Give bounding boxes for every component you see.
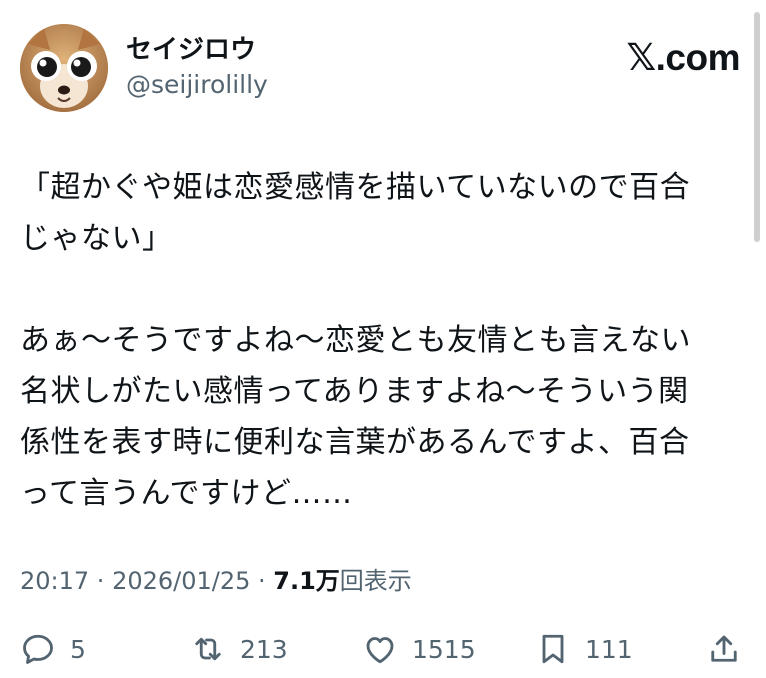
post-time[interactable]: 20:17 <box>20 567 89 595</box>
post-line: 係性を表す時に便利な言葉があるんですよ、百合 <box>20 425 690 460</box>
bookmark-count: 111 <box>585 634 633 664</box>
avatar[interactable] <box>20 24 108 112</box>
post-meta: 20:17 · 2026/01/25 · 7.1万回表示 <box>20 566 412 596</box>
repost-count: 213 <box>240 634 288 664</box>
post-line: 名状しがたい感情ってありますよね～そういう関 <box>20 374 689 409</box>
post-line: じゃない」 <box>20 221 173 256</box>
share-button[interactable] <box>706 626 742 672</box>
meta-separator: · <box>250 567 274 595</box>
author-block[interactable]: セイジロウ @seijirolilly <box>126 34 268 102</box>
reply-button[interactable]: 5 <box>20 626 86 672</box>
action-bar: 5 213 1515 111 <box>20 626 750 672</box>
reply-count: 5 <box>70 634 86 664</box>
repost-icon <box>195 637 221 661</box>
repost-button[interactable]: 213 <box>190 626 288 672</box>
brand-logo: 𝕏.com <box>626 37 740 78</box>
post-line: 「超かぐや姫は恋愛感情を描いていないので百合 <box>20 170 691 205</box>
post-date[interactable]: 2026/01/25 <box>112 567 250 595</box>
post-line: あぁ～そうですよね～恋愛とも友情とも言えない <box>20 323 691 358</box>
avatar-image <box>20 24 108 112</box>
reply-icon <box>23 634 53 664</box>
post-line: って言うんですけど…… <box>20 476 353 511</box>
post-text: 「超かぐや姫は恋愛感情を描いていないので百合 じゃない」 あぁ～そうですよね～恋… <box>20 162 732 519</box>
post-header: セイジロウ @seijirolilly 𝕏.com <box>20 22 740 114</box>
share-icon <box>711 635 737 662</box>
meta-separator: · <box>89 567 113 595</box>
like-icon <box>366 637 394 664</box>
scrollbar[interactable] <box>754 12 760 242</box>
display-name[interactable]: セイジロウ <box>126 34 268 66</box>
views-label: 回表示 <box>339 567 412 595</box>
views-count: 7.1万 <box>273 567 340 595</box>
like-button[interactable]: 1515 <box>362 626 476 672</box>
bookmark-button[interactable]: 111 <box>535 626 633 672</box>
handle[interactable]: @seijirolilly <box>126 68 268 102</box>
like-count: 1515 <box>412 634 476 664</box>
bookmark-icon <box>542 634 564 664</box>
